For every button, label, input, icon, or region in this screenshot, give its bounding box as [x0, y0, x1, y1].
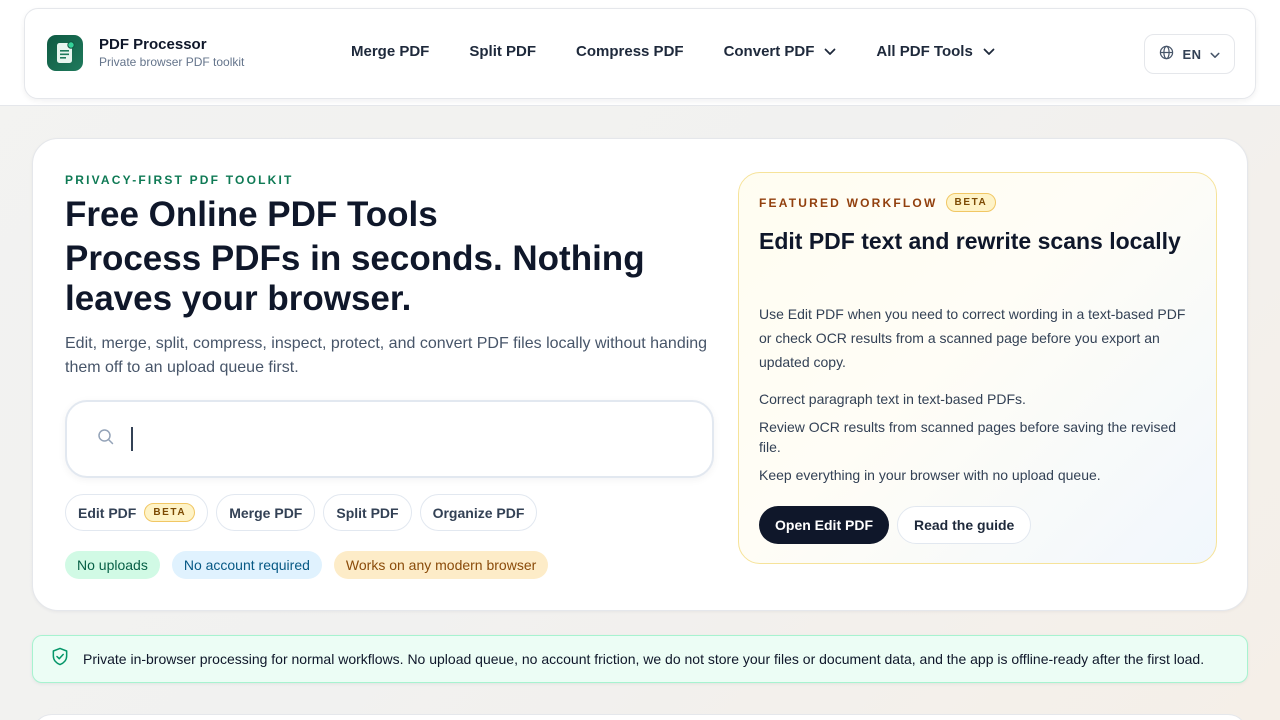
nav-label: Merge PDF [351, 43, 430, 60]
brand-subtitle: Private browser PDF toolkit [99, 55, 245, 69]
chevron-down-icon [1210, 47, 1220, 62]
hero-eyebrow: PRIVACY-FIRST PDF TOOLKIT [65, 173, 294, 187]
search-icon [97, 428, 115, 451]
chip-label: Organize PDF [432, 504, 525, 521]
nav-merge-pdf[interactable]: Merge PDF [351, 43, 429, 60]
feature-pills: No uploads No account required Works on … [65, 551, 549, 579]
language-selector[interactable]: EN [1144, 34, 1235, 74]
chip-organize-pdf[interactable]: Organize PDF [419, 494, 538, 531]
tool-search[interactable] [65, 400, 714, 478]
site-header: PDF Processor Private browser PDF toolki… [24, 8, 1256, 99]
page-title: Free Online PDF Tools [65, 195, 438, 234]
language-code: EN [1182, 46, 1202, 62]
nav-compress-pdf[interactable]: Compress PDF [576, 43, 684, 60]
document-icon [47, 35, 83, 71]
featured-eyebrow: FEATURED WORKFLOW BETA [759, 193, 997, 212]
beta-badge: BETA [945, 193, 997, 212]
search-input[interactable] [131, 427, 691, 451]
nav-label: Split PDF [469, 43, 537, 60]
nav-label: Convert PDF [723, 43, 815, 60]
quick-tool-chips: Edit PDF BETA Merge PDF Split PDF Organi… [65, 494, 538, 531]
featured-bullets: Correct paragraph text in text-based PDF… [759, 389, 1199, 493]
featured-eyebrow-label: FEATURED WORKFLOW [759, 195, 938, 210]
pill-no-account: No account required [171, 551, 322, 579]
hero-card: PRIVACY-FIRST PDF TOOLKIT Free Online PD… [32, 138, 1248, 611]
list-item: Review OCR results from scanned pages be… [759, 419, 1177, 455]
next-section-card [32, 714, 1248, 720]
nav-label: All PDF Tools [876, 43, 973, 60]
chip-label: Edit PDF [78, 504, 137, 521]
privacy-banner: Private in-browser processing for normal… [32, 635, 1248, 683]
shield-check-icon [51, 647, 69, 671]
globe-icon [1159, 45, 1174, 63]
chevron-down-icon [983, 48, 995, 56]
chip-label: Split PDF [336, 504, 399, 521]
chip-edit-pdf[interactable]: Edit PDF BETA [65, 494, 209, 531]
beta-badge: BETA [144, 503, 196, 522]
open-edit-pdf-button[interactable]: Open Edit PDF [759, 506, 889, 544]
nav-convert-pdf[interactable]: Convert PDF [724, 43, 837, 60]
list-item: Correct paragraph text in text-based PDF… [759, 391, 1026, 407]
nav-split-pdf[interactable]: Split PDF [469, 43, 536, 60]
nav-all-pdf-tools[interactable]: All PDF Tools [876, 43, 995, 60]
list-item: Keep everything in your browser with no … [759, 467, 1101, 483]
chip-merge-pdf[interactable]: Merge PDF [216, 494, 316, 531]
featured-title: Edit PDF text and rewrite scans locally [759, 228, 1181, 254]
hero-description: Edit, merge, split, compress, inspect, p… [65, 335, 708, 376]
brand[interactable]: PDF Processor Private browser PDF toolki… [47, 35, 244, 71]
chevron-down-icon [824, 48, 836, 56]
brand-title: PDF Processor [99, 36, 207, 53]
pill-modern-browser: Works on any modern browser [333, 551, 549, 579]
chip-label: Merge PDF [229, 504, 303, 521]
pill-no-uploads: No uploads [65, 551, 160, 579]
featured-description: Use Edit PDF when you need to correct wo… [759, 306, 1186, 370]
read-guide-button[interactable]: Read the guide [897, 506, 1032, 544]
page-tagline: Process PDFs in seconds. Nothing leaves … [65, 239, 645, 318]
chip-split-pdf[interactable]: Split PDF [323, 494, 412, 531]
featured-actions: Open Edit PDF Read the guide [759, 506, 1032, 544]
top-bar: PDF Processor Private browser PDF toolki… [0, 0, 1280, 106]
privacy-banner-text: Private in-browser processing for normal… [83, 651, 1205, 667]
nav-label: Compress PDF [576, 43, 684, 60]
featured-workflow-panel: FEATURED WORKFLOW BETA Edit PDF text and… [738, 172, 1217, 564]
main-nav: Merge PDF Split PDF Compress PDF Convert… [351, 43, 1035, 60]
